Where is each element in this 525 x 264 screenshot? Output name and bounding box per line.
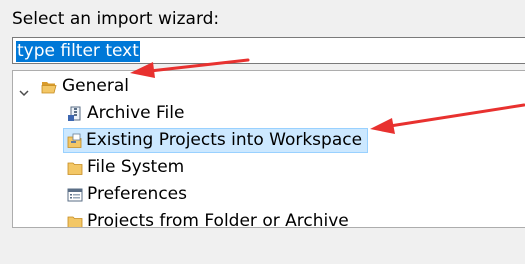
tree-item-label: Existing Projects into Workspace	[86, 130, 363, 150]
filter-input[interactable]: type filter text	[12, 37, 525, 64]
open-folder-icon	[41, 79, 57, 95]
tree-item-label: General	[62, 76, 129, 96]
import-wizard-dialog: Select an import wizard: type filter tex…	[0, 0, 525, 264]
tree-item-general[interactable]: General	[14, 74, 214, 99]
chevron-down-icon[interactable]	[18, 82, 30, 97]
tree-item-label: Archive File	[87, 103, 185, 123]
folder-icon	[67, 214, 83, 227]
existing-projects-icon	[67, 133, 83, 149]
tree-item-label: Preferences	[87, 184, 187, 204]
tree-item-file-system[interactable]: File System	[14, 155, 314, 180]
archive-file-icon	[67, 106, 83, 122]
tree-item-label: Projects from Folder or Archive	[87, 211, 349, 228]
tree-item-label: File System	[87, 157, 185, 177]
wizard-prompt-label: Select an import wizard:	[12, 9, 220, 29]
folder-icon	[67, 160, 83, 176]
tree-item-projects-from-folder[interactable]: Projects from Folder or Archive	[14, 209, 374, 228]
wizard-tree[interactable]: General Archive File Existing Projects i…	[12, 70, 525, 228]
preferences-icon	[67, 187, 83, 203]
tree-item-archive-file[interactable]: Archive File	[14, 101, 314, 126]
tree-item-existing-projects[interactable]: Existing Projects into Workspace	[63, 128, 368, 153]
tree-item-preferences[interactable]: Preferences	[14, 182, 314, 207]
filter-input-text[interactable]: type filter text	[16, 41, 140, 62]
